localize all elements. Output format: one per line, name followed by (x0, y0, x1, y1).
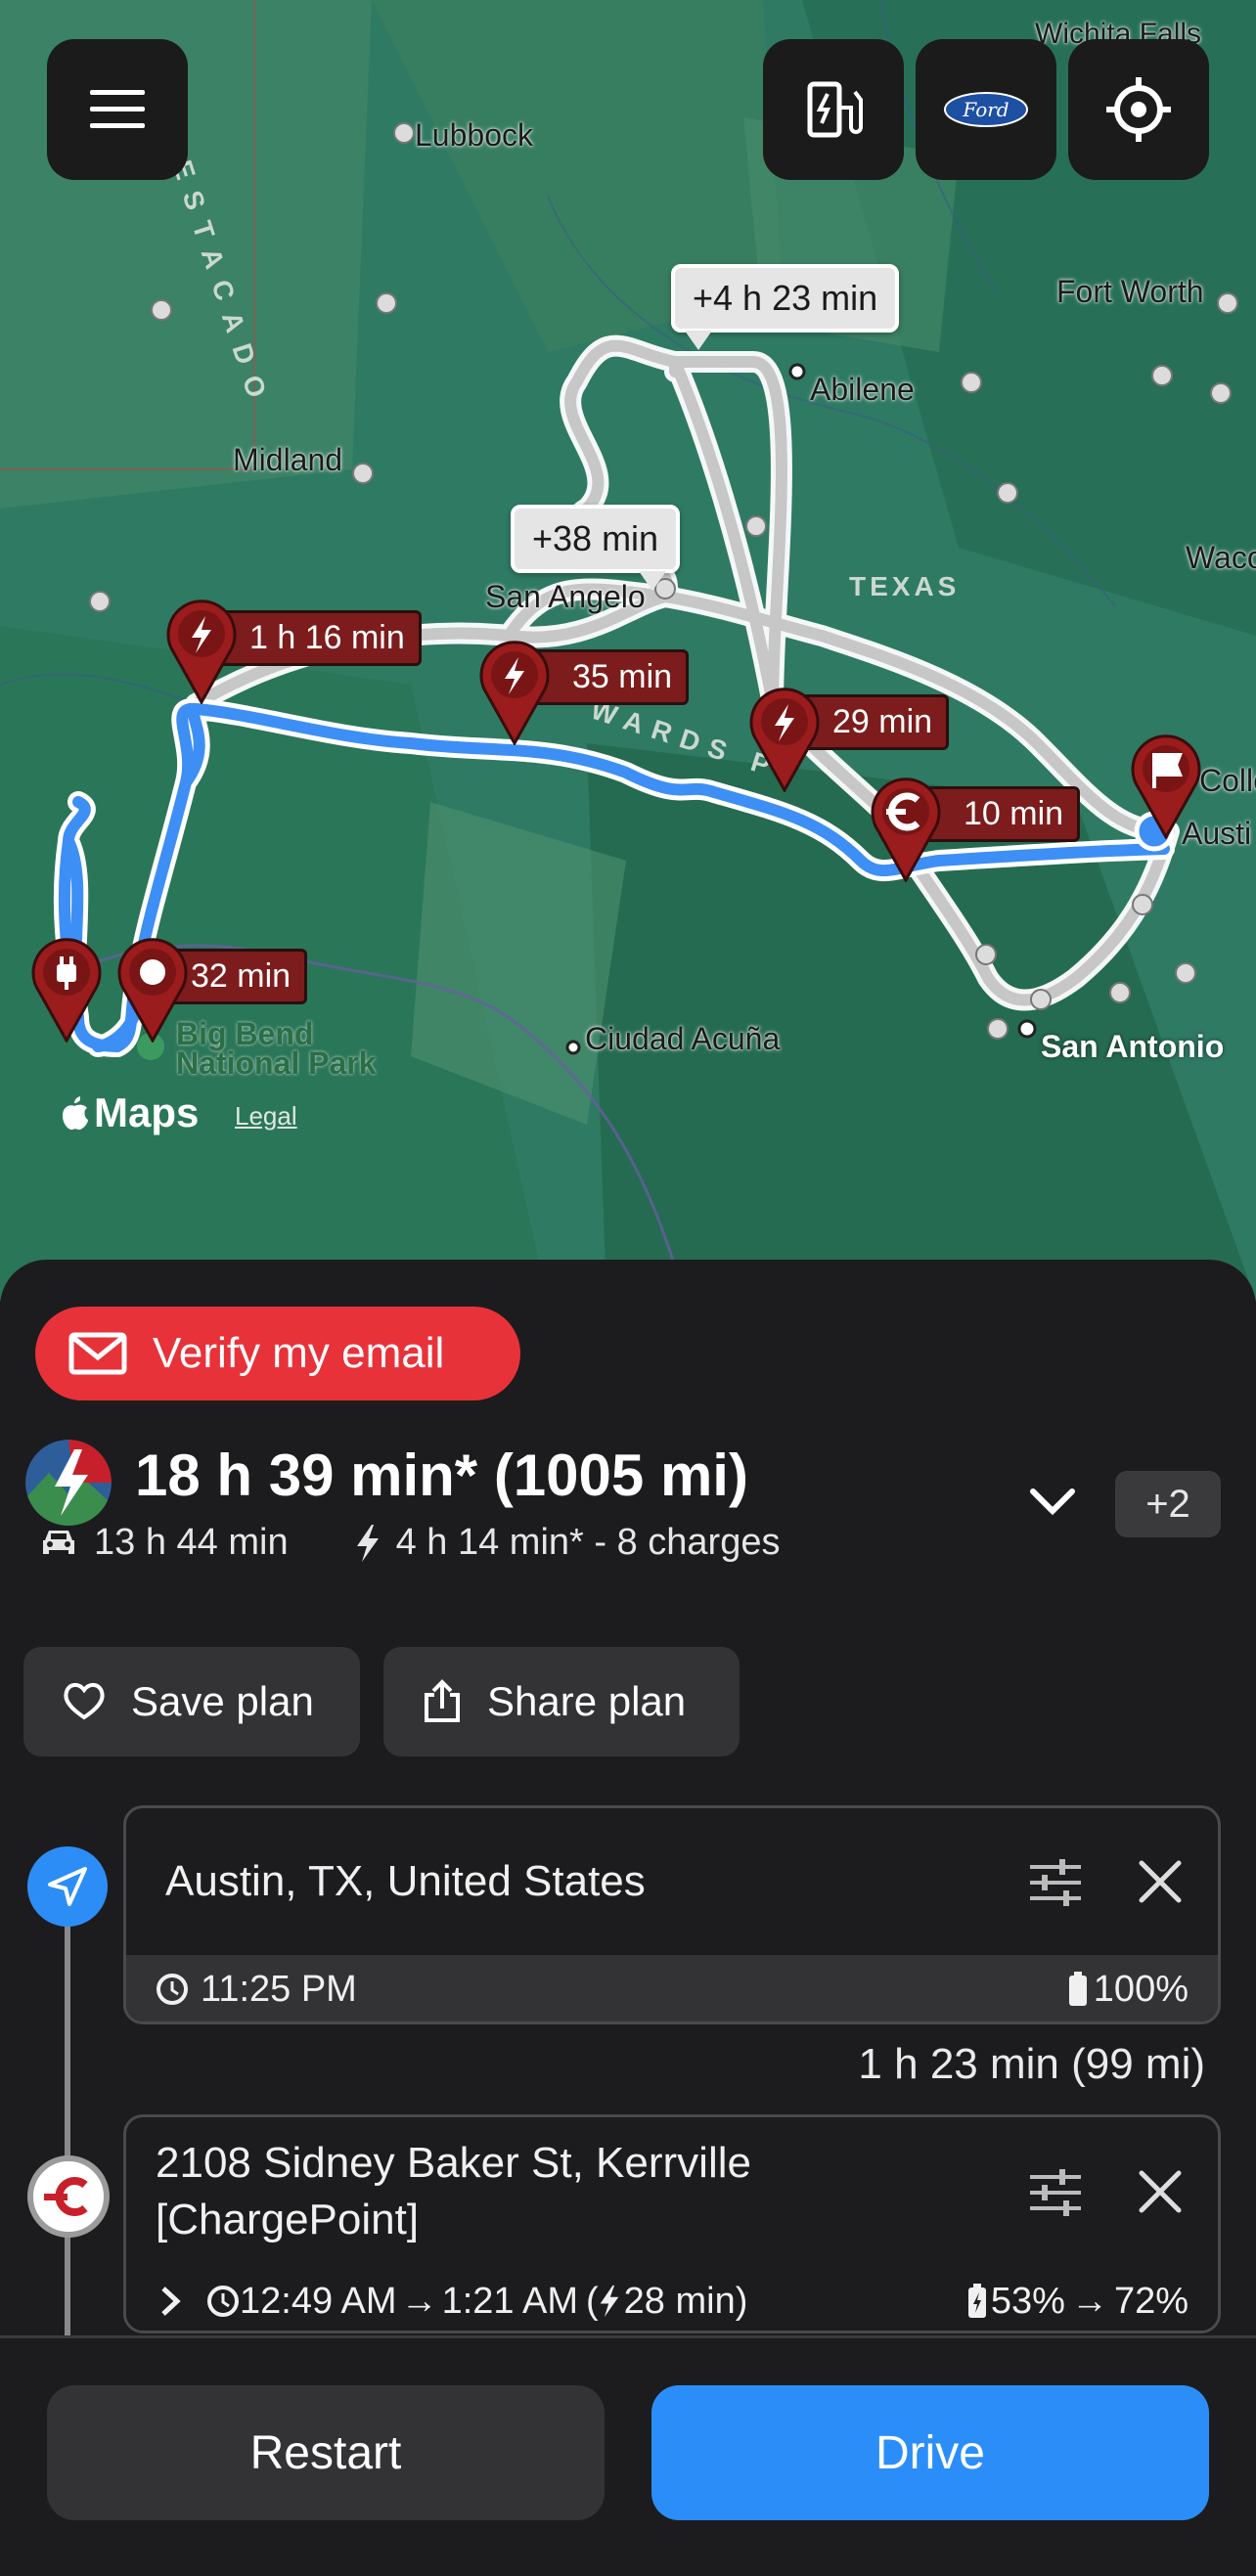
charge-duration: 28 min (623, 2280, 736, 2322)
chargepoint-logo-icon (44, 2177, 88, 2216)
destination-flag-pin-icon[interactable] (1127, 732, 1205, 839)
city-midland: Midland (233, 442, 343, 477)
stop-card-origin[interactable]: Austin, TX, United States 11:25 PM 100% (123, 1805, 1221, 2024)
arrow-glyph: → (1070, 2280, 1108, 2322)
alternatives-count-badge[interactable]: +2 (1115, 1471, 1221, 1537)
clock-icon (157, 1974, 188, 2005)
stop-address: 2108 Sidney Baker St, Kerrville (156, 2139, 751, 2187)
battery-departure: 72% (1113, 2280, 1189, 2322)
menu-button[interactable] (47, 39, 188, 180)
start-marker (27, 1846, 108, 1927)
leg-duration: 1 h 23 min (99 mi) (858, 2040, 1205, 2088)
drive-time: 13 h 44 min (94, 1522, 289, 1563)
region-texas: TEXAS (849, 571, 961, 601)
heart-icon (64, 1683, 105, 1720)
verify-email-button[interactable]: Verify my email (35, 1307, 520, 1400)
departure-time: 1:21 AM (441, 2280, 578, 2322)
city-waco: Waco (1186, 540, 1256, 575)
close-icon[interactable] (1138, 2169, 1183, 2214)
arrow-glyph: → (400, 2280, 438, 2322)
vehicle-brand-button[interactable]: Ford (916, 39, 1056, 180)
restart-button[interactable]: Restart (47, 2385, 605, 2520)
ford-logo-icon: Ford (944, 92, 1028, 127)
share-plan-label: Share plan (487, 1678, 687, 1724)
sliders-icon[interactable] (1028, 2167, 1083, 2216)
waypoint-pin-icon[interactable] (113, 935, 192, 1043)
park-label-line2: National Park (176, 1045, 377, 1081)
abrp-logo-icon (25, 1440, 112, 1526)
park-label-line1: Big Bend (176, 1016, 314, 1051)
city-san-antonio: San Antonio (1041, 1029, 1225, 1064)
arrival-time: 12:49 AM (240, 2280, 397, 2322)
ev-charger-icon (807, 81, 863, 138)
share-plan-button[interactable]: Share plan (383, 1647, 740, 1756)
stop-card-charger[interactable]: 2108 Sidney Baker St, Kerrville [ChargeP… (123, 2114, 1221, 2333)
route-map[interactable]: Wichita Falls Lubbock Fort Worth Abilene… (0, 0, 1256, 1301)
trip-summary-title: 18 h 39 min* (1005 mi) (135, 1443, 748, 1508)
trip-summary-details: 13 h 44 min 4 h 14 min* - 8 charges (39, 1522, 780, 1564)
chevron-down-icon (1030, 1488, 1075, 1516)
clock-icon (207, 2286, 239, 2317)
stop-address: Austin, TX, United States (165, 1857, 646, 1905)
battery-icon (1068, 1972, 1087, 2006)
car-icon (43, 1530, 74, 1554)
share-icon (425, 1679, 460, 1722)
stop-network: [ChargePoint] (156, 2196, 420, 2243)
hamburger-menu-icon (90, 90, 145, 128)
stop-details-bar: 11:25 PM 100% (126, 1955, 1218, 2021)
charger-pin-icon[interactable] (475, 638, 554, 745)
save-plan-button[interactable]: Save plan (23, 1647, 360, 1756)
action-bar: Restart Drive (0, 2335, 1256, 2576)
mail-icon (68, 1332, 127, 1375)
apple-maps-attribution: Maps (59, 1089, 199, 1136)
alt-route-label[interactable]: +4 h 23 min (671, 264, 900, 350)
city-abilene: Abilene (810, 372, 915, 407)
battery-arrival: 53% (990, 2280, 1065, 2322)
city-ciudad-acuna: Ciudad Acuña (585, 1021, 781, 1056)
charger-pin-icon[interactable] (162, 597, 241, 704)
expand-alternatives-button[interactable] (1017, 1475, 1088, 1530)
close-icon[interactable] (1138, 1859, 1183, 1904)
crosshair-icon (1106, 77, 1171, 142)
arrival-time: 11:25 PM (201, 1968, 357, 2010)
lightning-icon (600, 2285, 618, 2318)
maps-wordmark: Maps (94, 1089, 200, 1135)
stop-details-bar: 12:49 AM → 1:21 AM ( 28 min ) 53% → 72% (126, 2266, 1218, 2331)
lightning-icon (356, 1524, 379, 1562)
legal-link[interactable]: Legal (235, 1101, 297, 1132)
chevron-right-icon[interactable] (159, 2285, 183, 2318)
plug-pin-icon[interactable] (27, 935, 106, 1043)
chargepoint-pin-icon[interactable] (867, 775, 945, 882)
charge-summary: 4 h 14 min* - 8 charges (395, 1522, 781, 1563)
navigation-arrow-icon (48, 1867, 87, 1906)
city-san-angelo: San Angelo (485, 579, 646, 614)
city-fort-worth: Fort Worth (1056, 274, 1204, 309)
chargepoint-marker (27, 2155, 110, 2238)
save-plan-label: Save plan (131, 1678, 314, 1724)
charger-pin-icon[interactable] (745, 685, 824, 792)
alt-route-label[interactable]: +38 min (511, 505, 681, 591)
battery-charging-icon (967, 2284, 986, 2318)
chargers-filter-button[interactable] (763, 39, 904, 180)
city-lubbock: Lubbock (415, 117, 533, 153)
drive-button[interactable]: Drive (651, 2385, 1209, 2520)
battery-level: 100% (1093, 1968, 1189, 2010)
apple-logo-icon (63, 1096, 88, 1131)
sliders-icon[interactable] (1028, 1857, 1083, 1906)
brand-text: Ford (962, 98, 1009, 121)
city-college: Colle (1199, 763, 1256, 798)
verify-email-label: Verify my email (153, 1329, 445, 1377)
locate-me-button[interactable] (1068, 39, 1209, 180)
